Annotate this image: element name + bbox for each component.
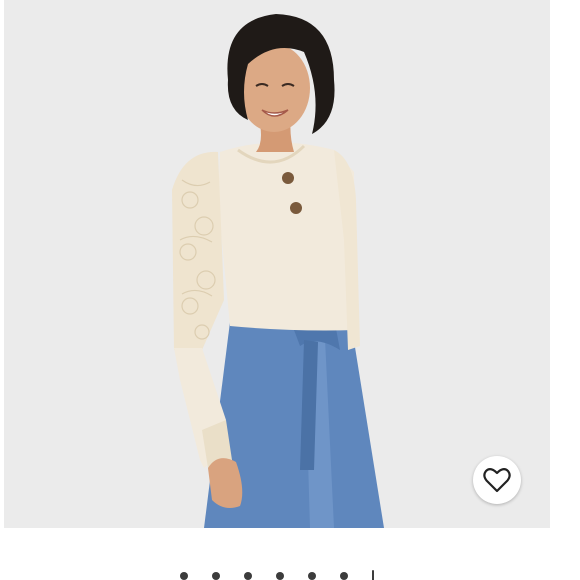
favorite-button[interactable] [473, 456, 521, 504]
heart-outline-icon [483, 468, 511, 493]
carousel-indicators [180, 569, 398, 580]
listing-image-viewer [0, 0, 580, 580]
carousel-dot[interactable] [244, 572, 252, 580]
carousel-dot[interactable] [308, 572, 316, 580]
carousel-dot[interactable] [276, 572, 284, 580]
carousel-dot[interactable] [372, 570, 374, 580]
carousel-dot[interactable] [340, 572, 348, 580]
carousel-dot[interactable] [180, 572, 188, 580]
carousel-dot[interactable] [212, 572, 220, 580]
product-photo[interactable] [4, 0, 550, 528]
model-illustration [4, 0, 550, 528]
